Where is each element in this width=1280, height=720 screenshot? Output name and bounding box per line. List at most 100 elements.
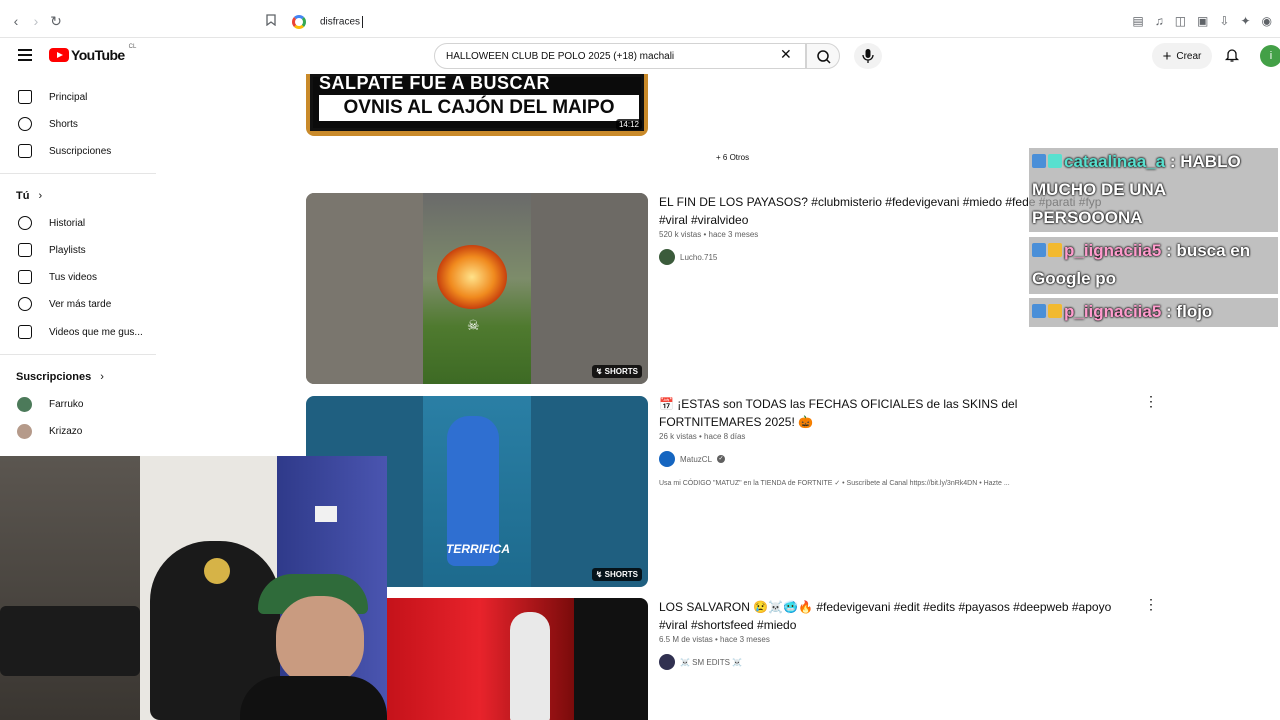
sidepanel-icon[interactable]: ◫	[1175, 14, 1186, 28]
video-title[interactable]: 📅 ¡ESTAS son TODAS las FECHAS OFICIALES …	[659, 395, 1119, 431]
youtube-play-icon	[49, 48, 69, 62]
video-title[interactable]: LOS SALVARON 😢☠️🥶🔥 #fedevigevani #edit #…	[659, 598, 1119, 634]
verified-icon: ✓	[717, 455, 726, 463]
crown-badge-icon	[1048, 243, 1062, 257]
duration-badge: 14:12	[615, 119, 642, 130]
sidebar-item-shorts[interactable]: Shorts	[0, 111, 156, 137]
wall-switch-graphic	[315, 506, 337, 522]
thumbnail-image: TERRIFICA	[423, 396, 531, 587]
shorts-icon: ↯	[595, 570, 605, 579]
chat-username: p_iignaciia5	[1064, 302, 1162, 321]
thumbnail-text: OVNIS AL CAJÓN DEL MAIPO	[319, 95, 639, 121]
avatar[interactable]: i	[1260, 45, 1280, 67]
sidebar: Principal Shorts Suscripciones Tú › Hist…	[0, 74, 170, 458]
download-icon[interactable]: ⇩	[1219, 14, 1229, 28]
thumbnail-blur-right	[531, 193, 648, 384]
shorts-badge-label: SHORTS	[604, 367, 638, 376]
create-button[interactable]: + Crear	[1152, 43, 1212, 69]
divider	[0, 354, 156, 355]
video-description: Usa mi CÓDIGO "MATUZ" en la TIENDA de FO…	[659, 480, 1010, 487]
home-icon	[18, 90, 32, 104]
chevron-right-icon: ›	[100, 371, 104, 383]
subscriptions-heading-label: Suscripciones	[16, 371, 92, 383]
channel-avatar	[17, 423, 32, 439]
shorts-icon	[18, 117, 32, 131]
forward-icon[interactable]: ›	[28, 13, 44, 29]
search-query: HALLOWEEN CLUB DE POLO 2025 (+18) machal…	[446, 50, 675, 62]
chat-message: p_iignaciia5 : flojo	[1029, 298, 1278, 327]
you-heading[interactable]: Tú ›	[16, 190, 42, 202]
menu-icon[interactable]	[18, 49, 32, 61]
notifications-icon[interactable]	[1224, 47, 1240, 63]
back-icon[interactable]: ‹	[8, 13, 24, 29]
chair-logo-icon	[204, 558, 230, 584]
search-input[interactable]: HALLOWEEN CLUB DE POLO 2025 (+18) machal…	[434, 43, 806, 69]
chat-username: cataalinaa_a	[1064, 152, 1166, 171]
video-thumbnail[interactable]: ☠ ↯ SHORTS	[306, 193, 648, 384]
sidebar-item-label: Principal	[49, 91, 88, 103]
thumbnail-image: ☠	[423, 193, 531, 384]
chevron-right-icon: ›	[38, 190, 43, 202]
subscriptions-heading[interactable]: Suscripciones ›	[16, 371, 104, 383]
channel-link[interactable]: Lucho.715	[659, 249, 717, 265]
sidebar-item-liked-videos[interactable]: Videos que me gus...	[0, 319, 156, 345]
sidebar-item-history[interactable]: Historial	[0, 210, 156, 236]
sidebar-item-playlists[interactable]: Playlists	[0, 237, 156, 263]
address-text: disfraces	[320, 16, 361, 28]
address-bar[interactable]: disfraces	[292, 12, 364, 32]
cast-icon[interactable]: ▣	[1197, 14, 1208, 28]
video-meta: 26 k vistas • hace 8 días	[659, 432, 746, 441]
browser-extensions: ▤ ♫ ◫ ▣ ⇩ ✦ ◉	[1132, 14, 1272, 28]
video-thumbnail[interactable]: SALPATE FUE A BUSCAR OVNIS AL CAJÓN DEL …	[306, 74, 648, 136]
thumbnail-text: SALPATE FUE A BUSCAR	[319, 74, 551, 93]
webcam-overlay	[0, 456, 387, 720]
skull-graphic: ☠	[467, 317, 480, 333]
reload-icon[interactable]: ↻	[48, 13, 64, 29]
sidebar-item-your-videos[interactable]: Tus videos	[0, 264, 156, 290]
sidebar-item-label: Videos que me gus...	[49, 326, 143, 338]
channel-link[interactable]: ☠️ SM EDITS ☠️	[659, 654, 742, 670]
chat-message: p_iignaciia5 : busca en Google po	[1029, 237, 1278, 294]
google-icon	[292, 15, 306, 29]
video-meta: 6.5 M de vistas • hace 3 meses	[659, 635, 770, 644]
sidebar-item-label: Farruko	[49, 398, 84, 410]
sidebar-item-label: Tus videos	[49, 271, 97, 283]
sidebar-item-farruko[interactable]: Farruko	[0, 391, 156, 417]
you-heading-label: Tú	[16, 190, 30, 202]
extension-icon[interactable]: ▤	[1132, 14, 1143, 28]
clown-figure-graphic	[510, 612, 550, 720]
sidebar-item-label: Suscripciones	[49, 145, 112, 157]
clear-search-icon[interactable]: ✕	[780, 46, 792, 63]
sidebar-item-principal[interactable]: Principal	[0, 84, 156, 110]
search-icon	[817, 50, 831, 64]
sidebar-item-subscriptions[interactable]: Suscripciones	[0, 138, 156, 164]
more-results-link[interactable]: + 6 Otros	[716, 153, 749, 162]
sidebar-item-krizazo[interactable]: Krizazo	[0, 418, 156, 444]
music-icon[interactable]: ♫	[1155, 14, 1164, 28]
voice-search-button[interactable]	[854, 43, 882, 69]
chat-text: : flojo	[1161, 302, 1213, 321]
channel-avatar	[659, 451, 675, 467]
channel-name: Lucho.715	[680, 252, 718, 262]
create-label: Crear	[1176, 50, 1202, 62]
sidebar-item-watch-later[interactable]: Ver más tarde	[0, 291, 156, 317]
profile-icon[interactable]: ◉	[1262, 14, 1272, 28]
sparkle-icon[interactable]: ✦	[1240, 14, 1250, 28]
room-background	[0, 456, 140, 720]
thumbnail-caption: TERRIFICA	[446, 542, 510, 556]
search-button[interactable]	[806, 43, 840, 69]
chat-username: p_iignaciia5	[1064, 241, 1162, 260]
bookmark-icon[interactable]	[263, 13, 279, 29]
sidebar-item-label: Playlists	[49, 244, 86, 256]
more-actions-icon[interactable]: ⋮	[1144, 597, 1158, 611]
moderator-badge-icon	[1032, 243, 1046, 257]
more-actions-icon[interactable]: ⋮	[1144, 394, 1158, 408]
chat-message: cataalinaa_a : HABLO MUCHO DE UNA PERSOO…	[1029, 148, 1278, 232]
crown-badge-icon	[1048, 304, 1062, 318]
channel-link[interactable]: MatuzCL ✓	[659, 451, 726, 467]
youtube-logo[interactable]: YouTube CL	[49, 44, 136, 63]
watch-later-icon	[18, 297, 32, 311]
plus-icon: +	[1162, 47, 1172, 65]
sidebar-item-label: Historial	[49, 217, 86, 229]
text-cursor	[362, 16, 364, 28]
